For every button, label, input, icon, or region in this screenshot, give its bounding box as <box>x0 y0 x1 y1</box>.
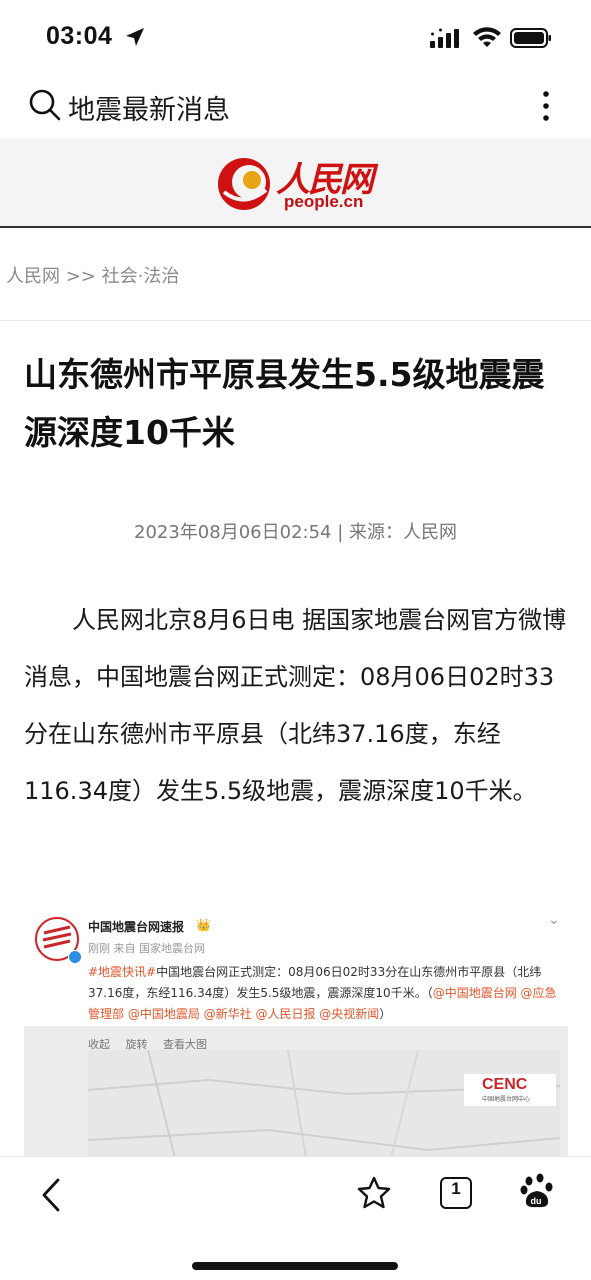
weibo-post-text: #地震快讯#中国地震台网正式测定：08月06日02时33分在山东德州市平原县（北… <box>88 962 564 1025</box>
verified-badge-icon <box>68 950 82 964</box>
weibo-post-source: 刚刚 来自 国家地震台网 <box>88 942 205 955</box>
svg-text:du: du <box>531 1196 542 1206</box>
collapse-action[interactable]: 收起 <box>88 1038 110 1051</box>
divider <box>0 320 591 321</box>
article-paragraph: 人民网北京8月6日电 据国家地震台网官方微博消息，中国地震台网正式测定：08月0… <box>24 606 567 805</box>
battery-icon <box>510 28 551 48</box>
home-indicator[interactable] <box>192 1262 398 1270</box>
crown-icon: 👑 <box>196 918 211 932</box>
weibo-hashtag: #地震快讯# <box>88 965 157 979</box>
chevron-down-icon: ⌄ <box>548 912 560 928</box>
weibo-image-actions: 收起 旋转 查看大图 <box>88 1036 219 1052</box>
baidu-paw-icon[interactable]: du <box>520 1173 554 1209</box>
embedded-weibo-image[interactable]: 中国地震台网速报 👑 刚刚 来自 国家地震台网 ⌄ #地震快讯#中国地震台网正式… <box>24 898 568 1156</box>
weibo-account-name: 中国地震台网速报 <box>88 920 185 934</box>
view-large-action[interactable]: 查看大图 <box>163 1038 207 1051</box>
site-logo-domain[interactable]: people.cn <box>284 192 363 212</box>
tab-count: 1 <box>451 1179 461 1198</box>
weibo-close-paren: ） <box>379 1007 392 1021</box>
cellular-signal-icon <box>430 28 459 48</box>
site-header: 人民网 people.cn <box>0 138 591 228</box>
cenc-logo-subtext: 中国地震台网中心 <box>482 1096 531 1103</box>
search-bar[interactable]: 地震最新消息 <box>0 80 591 138</box>
more-options-icon[interactable] <box>536 86 556 126</box>
article-meta: 2023年08月06日02:54 | 来源：人民网 <box>134 522 457 543</box>
bookmark-star-icon[interactable] <box>356 1175 392 1211</box>
cenc-logo-text: CENC <box>482 1076 528 1093</box>
people-daily-logo-icon[interactable] <box>216 156 272 212</box>
article-body: 人民网北京8月6日电 据国家地震台网官方微博消息，中国地震台网正式测定：08月0… <box>24 592 572 820</box>
wifi-icon <box>473 27 501 47</box>
back-arrow-icon[interactable] <box>38 1177 66 1213</box>
rotate-action[interactable]: 旋转 <box>126 1038 148 1051</box>
status-time: 03:04 <box>46 22 113 50</box>
location-arrow-icon <box>126 28 144 46</box>
article-title: 山东德州市平原县发生5.5级地震震源深度10千米 <box>24 355 545 452</box>
search-query[interactable]: 地震最新消息 <box>68 88 230 127</box>
breadcrumb[interactable]: 人民网 >> 社会·法治 <box>6 262 179 288</box>
search-icon <box>29 89 61 121</box>
status-bar: 03:04 <box>0 0 591 80</box>
